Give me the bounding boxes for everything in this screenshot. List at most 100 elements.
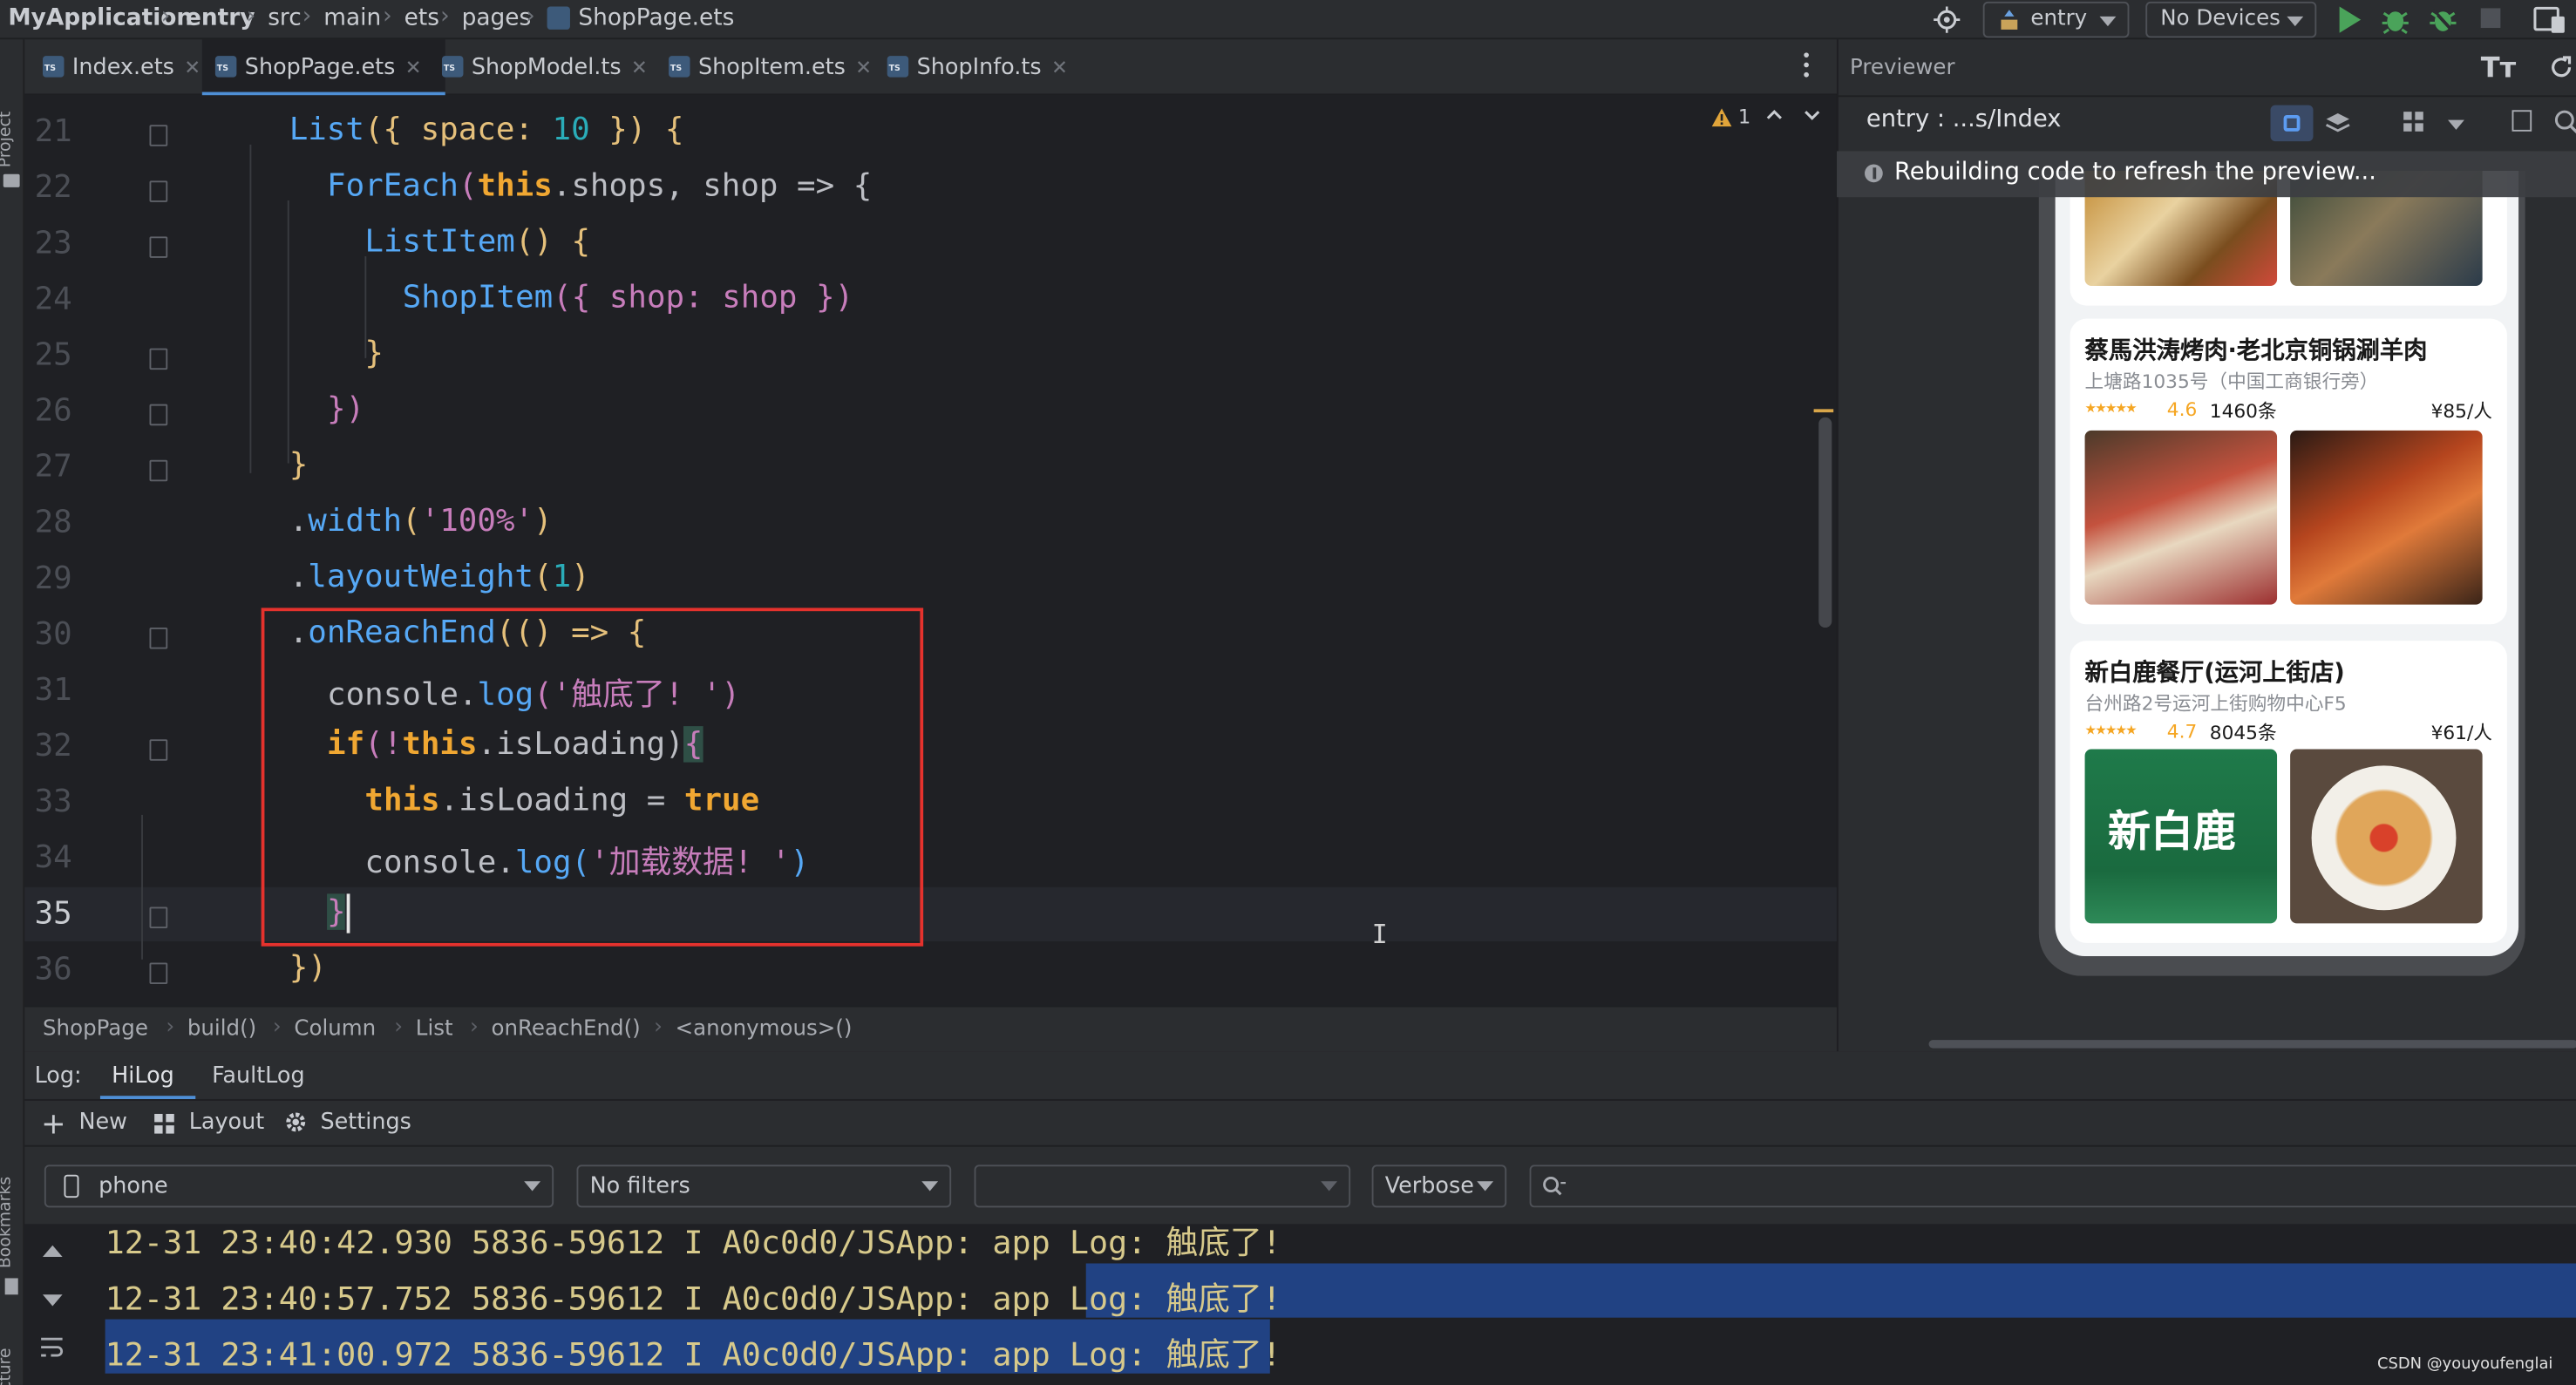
gear-icon[interactable] xyxy=(282,1109,309,1135)
breadcrumb-separator: › xyxy=(160,3,171,30)
target-icon[interactable] xyxy=(1932,5,1961,35)
crop-icon[interactable] xyxy=(2511,110,2532,132)
tab-hilog[interactable]: HiLog xyxy=(112,1063,174,1090)
fold-marker-icon[interactable] xyxy=(149,125,168,146)
shop-address: 台州路2号运河上街购物中心F5 xyxy=(2084,691,2347,715)
filter-select[interactable]: No filters xyxy=(576,1164,952,1208)
bookmarks-tool-button[interactable]: Bookmarks xyxy=(0,1177,15,1268)
code-line-29: .layoutWeight(1) xyxy=(289,558,590,595)
close-icon[interactable]: ✕ xyxy=(184,56,201,78)
device-select[interactable]: No Devices xyxy=(2145,1,2317,38)
code-editor[interactable]: 21 22 23 24 25 26 27 28 29 30 31 32 33 3… xyxy=(24,95,1837,1006)
device-filter-select[interactable]: phone xyxy=(44,1164,554,1208)
logo-text: 新白鹿 xyxy=(2107,808,2236,858)
code-crumb[interactable]: List xyxy=(416,1017,453,1042)
phone-screen[interactable]: 蔡馬洪涛烤肉·老北京铜锅涮羊肉 上塘路1035号（中国工商银行旁） ★★★★★ … xyxy=(2055,171,2519,957)
code-crumb[interactable]: build() xyxy=(187,1017,256,1042)
grid-icon[interactable] xyxy=(2402,110,2424,132)
code-crumb[interactable]: onReachEnd() xyxy=(491,1017,640,1042)
breadcrumb-main[interactable]: main xyxy=(323,5,381,31)
preview-page-path[interactable]: entry : ...s/Index xyxy=(1866,107,2062,133)
code-crumb[interactable]: Column xyxy=(294,1017,376,1042)
new-button[interactable]: New xyxy=(78,1109,127,1135)
breadcrumb-file[interactable]: ShopPage.ets xyxy=(578,5,734,31)
more-tabs-icon[interactable] xyxy=(1804,52,1811,78)
refresh-icon[interactable] xyxy=(2548,54,2574,80)
editor-scrollbar[interactable] xyxy=(1818,417,1832,628)
fold-marker-icon[interactable] xyxy=(149,236,168,258)
shop-card[interactable]: 蔡馬洪涛烤肉·老北京铜锅涮羊肉 上塘路1035号（中国工商银行旁） ★★★★★ … xyxy=(2070,318,2507,625)
chevron-down-icon[interactable] xyxy=(1802,107,1822,124)
settings-button[interactable]: Settings xyxy=(320,1109,411,1135)
close-icon[interactable]: ✕ xyxy=(631,56,648,78)
module-select[interactable]: entry xyxy=(1982,1,2130,38)
line-number-current: 35 xyxy=(34,895,72,932)
font-size-icon[interactable]: Tт xyxy=(2481,52,2516,85)
shop-card[interactable]: 新白鹿餐厅(运河上街店) 台州路2号运河上街购物中心F5 ★★★★★ 4.7 8… xyxy=(2070,641,2507,943)
chevron-down-icon xyxy=(524,1181,541,1192)
line-number: 29 xyxy=(34,560,72,597)
breadcrumb-ets[interactable]: ets xyxy=(404,5,439,31)
code-crumb[interactable]: <anonymous>() xyxy=(676,1017,853,1042)
close-icon[interactable]: ✕ xyxy=(405,56,422,78)
ts-file-icon xyxy=(669,56,690,78)
device-manager-icon[interactable] xyxy=(2533,5,2566,35)
line-number: 28 xyxy=(34,504,72,541)
shop-name: 蔡馬洪涛烤肉·老北京铜锅涮羊肉 xyxy=(2084,338,2428,365)
fold-marker-icon[interactable] xyxy=(149,739,168,761)
component-mode-button[interactable] xyxy=(2270,105,2314,142)
chevron-down-icon[interactable] xyxy=(2448,119,2464,130)
attach-debugger-icon[interactable] xyxy=(2428,3,2457,37)
tab-shopitem-ets[interactable]: ShopItem.ets ✕ xyxy=(669,39,872,95)
highlight-box xyxy=(261,608,924,947)
code-crumb[interactable]: ShopPage xyxy=(43,1017,148,1042)
warning-icon[interactable] xyxy=(1710,107,1733,129)
tab-shoppage-ets[interactable]: ShopPage.ets ✕ xyxy=(201,39,445,96)
log-search-field[interactable] xyxy=(1529,1164,2576,1208)
layout-icon[interactable] xyxy=(153,1112,175,1135)
fold-marker-icon[interactable] xyxy=(149,628,168,649)
plus-icon[interactable]: + xyxy=(41,1107,65,1142)
fold-marker-icon[interactable] xyxy=(149,906,168,928)
scroll-down-icon[interactable] xyxy=(42,1294,63,1307)
fold-marker-icon[interactable] xyxy=(149,404,168,426)
shop-rating: 4.6 xyxy=(2166,397,2198,421)
tab-shopmodel-ts[interactable]: ShopModel.ts ✕ xyxy=(441,39,648,95)
line-number: 27 xyxy=(34,448,72,485)
process-select[interactable] xyxy=(974,1164,1351,1208)
device-filter-value: phone xyxy=(99,1172,168,1199)
food-photo xyxy=(2290,749,2483,924)
fold-marker-icon[interactable] xyxy=(149,180,168,202)
breadcrumb-pages[interactable]: pages xyxy=(462,5,532,31)
fold-marker-icon[interactable] xyxy=(149,459,168,482)
chevron-up-icon[interactable] xyxy=(1764,107,1784,124)
close-icon[interactable]: ✕ xyxy=(855,56,872,78)
stop-icon[interactable] xyxy=(2480,8,2501,29)
fold-marker-icon[interactable] xyxy=(149,348,168,370)
tab-faultlog[interactable]: FaultLog xyxy=(212,1063,305,1090)
debug-icon[interactable] xyxy=(2381,3,2410,37)
layers-icon[interactable] xyxy=(2325,110,2351,136)
folder-icon xyxy=(3,173,20,187)
shop-review-count: 8045条 xyxy=(2209,721,2277,744)
run-icon[interactable] xyxy=(2336,5,2362,35)
fold-marker-icon[interactable] xyxy=(149,962,168,985)
zoom-icon[interactable] xyxy=(2553,108,2576,134)
breadcrumb-entry[interactable]: entry xyxy=(186,5,255,31)
left-tool-strip: Project Bookmarks Structure xyxy=(0,39,25,1385)
tab-index-ets[interactable]: Index.ets ✕ xyxy=(42,39,201,95)
structure-tool-button[interactable]: Structure xyxy=(0,1348,15,1385)
soft-wrap-icon[interactable] xyxy=(39,1335,65,1358)
project-tool-button[interactable]: Project xyxy=(0,112,15,167)
log-level-select[interactable]: Verbose xyxy=(1371,1164,1507,1208)
warning-count: 1 xyxy=(1737,105,1751,129)
scroll-up-icon[interactable] xyxy=(42,1245,63,1257)
log-line: 12-31 23:40:57.752 5836-59612 I A0c0d0/J… xyxy=(105,1280,1281,1318)
close-icon[interactable]: ✕ xyxy=(1051,56,1068,78)
breadcrumb-src[interactable]: src xyxy=(268,5,302,31)
preview-scrollbar[interactable] xyxy=(1928,1040,2576,1049)
layout-button[interactable]: Layout xyxy=(189,1109,265,1135)
tab-shopinfo-ts[interactable]: ShopInfo.ts ✕ xyxy=(887,39,1068,95)
code-line-22: ForEach(this.shops, shop => { xyxy=(327,167,873,204)
breadcrumb-separator: › xyxy=(526,3,535,30)
